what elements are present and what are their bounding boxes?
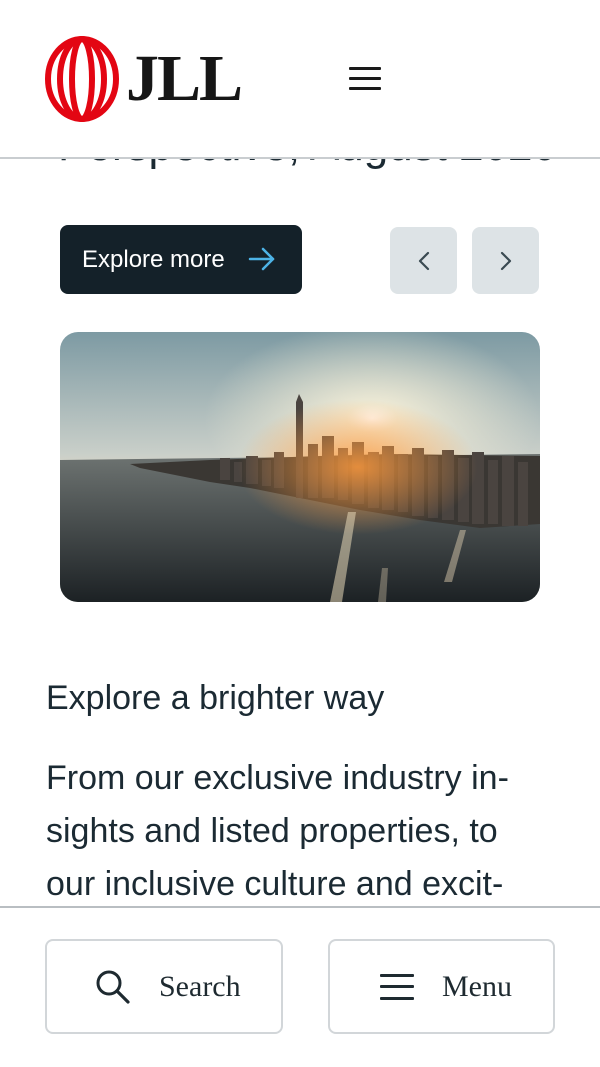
- city-skyline-image: [60, 332, 540, 602]
- section-body-text: From our exclusive industry in- sights a…: [46, 752, 566, 911]
- search-icon: [96, 970, 130, 1004]
- chevron-right-icon: [500, 251, 511, 270]
- bottom-nav-bar: Search Menu: [0, 906, 600, 1067]
- body-line: our inclusive culture and excit-: [46, 865, 504, 903]
- hamburger-icon-line: [349, 66, 381, 70]
- carousel-next-button[interactable]: [472, 227, 539, 294]
- hamburger-icon: [380, 973, 414, 1000]
- header-menu-button[interactable]: [338, 56, 392, 100]
- section-title: Explore a brighter way: [46, 679, 385, 717]
- arrow-right-icon: [248, 247, 275, 271]
- explore-more-button[interactable]: Explore more: [60, 225, 302, 294]
- search-button[interactable]: Search: [45, 939, 283, 1034]
- menu-button-label: Menu: [442, 969, 512, 1003]
- skyline-illustration: [60, 332, 540, 602]
- menu-button[interactable]: Menu: [328, 939, 555, 1034]
- search-button-label: Search: [159, 969, 241, 1003]
- chevron-left-icon: [418, 251, 429, 270]
- jll-logo[interactable]: JLL: [44, 36, 243, 122]
- hamburger-icon-line: [349, 86, 381, 90]
- jll-logo-mark-icon: [45, 36, 119, 122]
- hamburger-icon-line: [349, 76, 381, 80]
- logo-wordmark: JLL: [126, 42, 243, 115]
- body-line: sights and listed properties, to: [46, 812, 498, 850]
- body-line: From our exclusive industry in-: [46, 759, 509, 797]
- carousel-prev-button[interactable]: [390, 227, 457, 294]
- site-header: JLL: [0, 0, 600, 159]
- explore-more-label: Explore more: [82, 245, 225, 273]
